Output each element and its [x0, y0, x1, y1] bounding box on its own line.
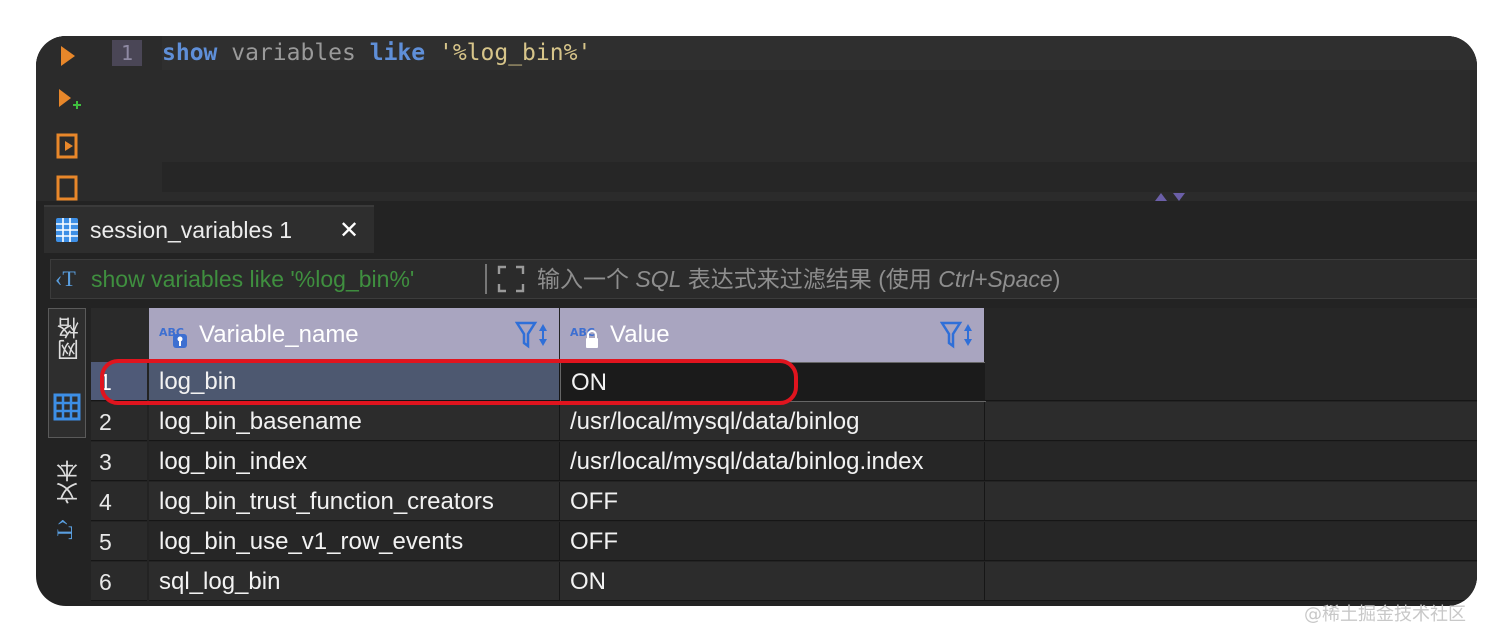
row-empty-area: [985, 402, 1477, 441]
header-empty-area: [985, 308, 1477, 362]
result-grid[interactable]: ABC Variable_name ABC Value 1 log_bin ON…: [91, 308, 1477, 606]
row-number[interactable]: 6: [91, 562, 147, 601]
cell-variable-name[interactable]: sql_log_bin: [149, 562, 560, 601]
table-row[interactable]: 5 log_bin_use_v1_row_events OFF: [91, 522, 1477, 562]
row-empty-area: [985, 522, 1477, 561]
result-tab-bar: session_variables 1 ✕: [36, 201, 1477, 253]
column-label: Variable_name: [199, 321, 359, 348]
tab-label: session_variables 1: [90, 217, 293, 243]
view-mode-switcher: 网格 文本 ‹T: [46, 308, 86, 606]
watermark: @稀土掘金技术社区: [1304, 604, 1466, 625]
cell-variable-name[interactable]: log_bin_use_v1_row_events: [149, 522, 560, 561]
placeholder-mid: 表达式来过滤结果 (使用: [681, 266, 939, 292]
table-row[interactable]: 4 log_bin_trust_function_creators OFF: [91, 482, 1477, 522]
panel-split-arrows-icon[interactable]: [1149, 191, 1189, 201]
cell-variable-name[interactable]: log_bin_trust_function_creators: [149, 482, 560, 521]
text-view-icon: ‹T: [52, 518, 78, 540]
row-number[interactable]: 2: [91, 402, 147, 441]
code-line-1[interactable]: show variables like '%log_bin%': [162, 36, 1477, 70]
result-filter-bar: ‹T show variables like '%log_bin%' 输入一个 …: [50, 259, 1477, 299]
explain-plan-icon[interactable]: [54, 174, 82, 202]
close-icon[interactable]: ✕: [339, 213, 359, 247]
execute-statement-icon[interactable]: [54, 42, 82, 70]
row-empty-area: [985, 562, 1477, 601]
table-row[interactable]: 3 log_bin_index /usr/local/mysql/data/bi…: [91, 442, 1477, 482]
cell-value[interactable]: OFF: [560, 522, 985, 561]
row-empty-area: [985, 362, 1477, 401]
filter-query-text[interactable]: show variables like '%log_bin%': [91, 262, 414, 296]
editor-toolbar: [36, 36, 106, 201]
row-empty-area: [985, 442, 1477, 481]
svg-text:ABC: ABC: [570, 326, 595, 339]
cell-value[interactable]: ON: [560, 562, 985, 601]
tab-session-variables[interactable]: session_variables 1 ✕: [44, 205, 374, 253]
cell-variable-name[interactable]: log_bin_index: [149, 442, 560, 481]
table-row[interactable]: 6 sql_log_bin ON: [91, 562, 1477, 602]
placeholder-end: ): [1052, 266, 1061, 292]
filter-input[interactable]: 输入一个 SQL 表达式来过滤结果 (使用 Ctrl+Space): [537, 262, 1060, 296]
placeholder-shortcut: Ctrl+Space: [938, 266, 1053, 292]
string-literal: '%log_bin%': [438, 40, 592, 66]
execute-in-new-tab-icon[interactable]: [54, 86, 82, 114]
filter-separator: [485, 264, 487, 294]
column-header-variable-name[interactable]: ABC Variable_name: [149, 308, 559, 362]
text-query-icon: ‹T: [55, 266, 76, 291]
string-locked-type-icon: ABC: [570, 326, 598, 348]
highlight-annotation: [100, 359, 798, 405]
keyword-show: show: [162, 40, 218, 66]
execute-script-icon[interactable]: [54, 132, 82, 160]
row-number[interactable]: 3: [91, 442, 147, 481]
tab-grid-view[interactable]: 网格: [48, 308, 86, 438]
filter-sort-icon[interactable]: [515, 320, 551, 350]
sql-editor[interactable]: 1 show variables like '%log_bin%': [36, 36, 1477, 201]
row-number[interactable]: 4: [91, 482, 147, 521]
placeholder-sql: SQL: [635, 266, 682, 292]
table-grid-icon: [56, 218, 78, 242]
grid-corner: [91, 308, 149, 362]
editor-horizontal-scrollbar[interactable]: [162, 162, 1477, 192]
identifier-variables: variables: [217, 40, 370, 66]
keyword-like: like: [369, 40, 426, 66]
line-number: 1: [112, 40, 142, 66]
filter-sort-icon[interactable]: [940, 320, 976, 350]
string-key-type-icon: ABC: [159, 326, 187, 348]
cell-value[interactable]: OFF: [560, 482, 985, 521]
cell-value[interactable]: /usr/local/mysql/data/binlog: [560, 402, 985, 441]
placeholder-prefix: 输入一个: [537, 266, 636, 292]
app-window: 1 show variables like '%log_bin%' sessio…: [36, 36, 1477, 606]
table-row[interactable]: 2 log_bin_basename /usr/local/mysql/data…: [91, 402, 1477, 442]
text-view-label: 文本: [57, 460, 82, 504]
row-empty-area: [985, 482, 1477, 521]
cell-variable-name[interactable]: log_bin_basename: [149, 402, 560, 441]
column-label: Value: [610, 321, 670, 348]
row-number[interactable]: 5: [91, 522, 147, 561]
grid-view-label: 网格: [58, 317, 83, 361]
column-header-value[interactable]: ABC Value: [560, 308, 984, 362]
grid-view-icon: [53, 393, 81, 421]
cell-value[interactable]: /usr/local/mysql/data/binlog.index: [560, 442, 985, 481]
expand-icon[interactable]: [496, 264, 526, 294]
tab-text-view[interactable]: 文本 ‹T: [48, 456, 84, 586]
